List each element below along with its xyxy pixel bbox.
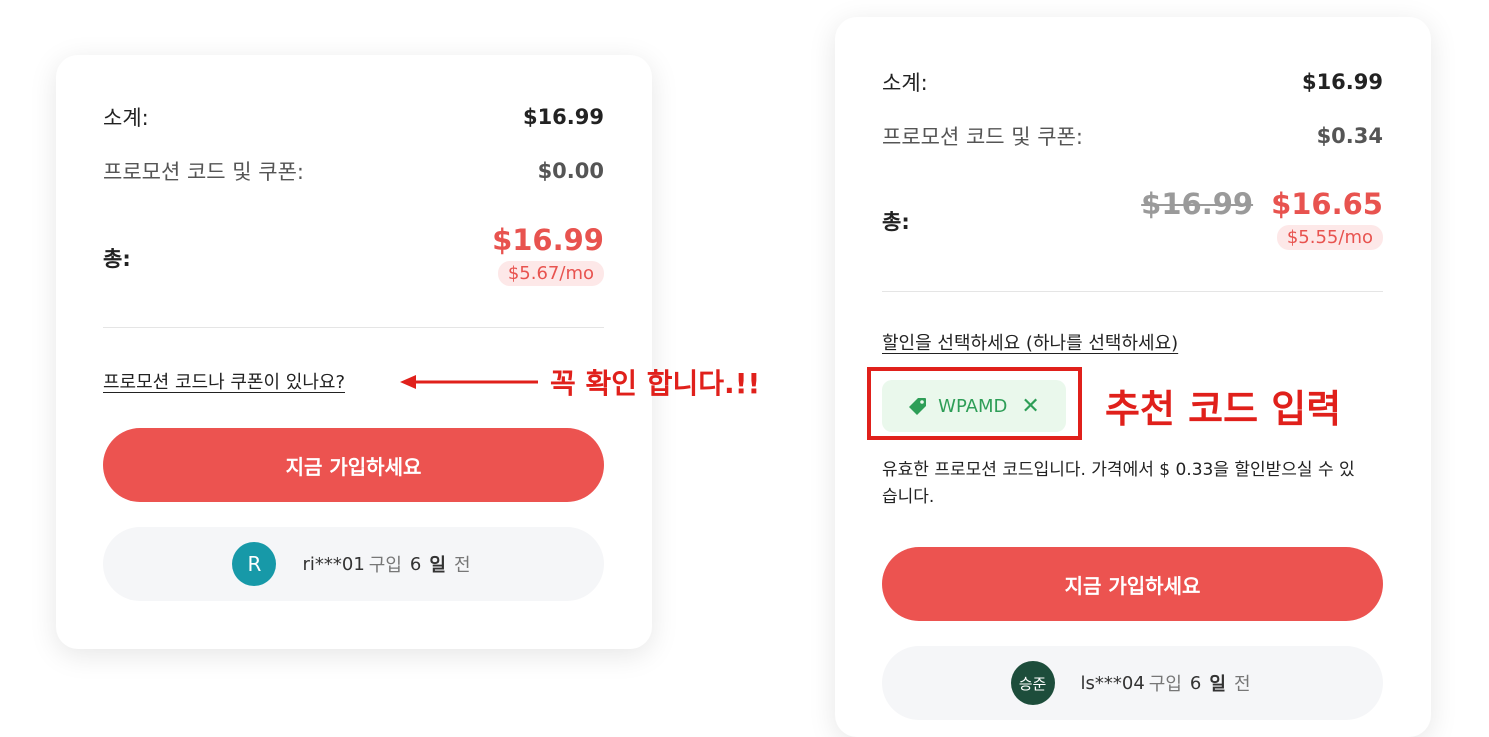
purchased-label: 구입: [1148, 674, 1182, 695]
divider: [882, 291, 1383, 292]
per-month-badge: $5.67/mo: [497, 261, 604, 286]
annotation-recommend-text: 추천 코드 입력: [1105, 387, 1342, 431]
total-value: $16.99: [492, 223, 604, 257]
total-price-block: $16.99 $16.65 $5.55/mo: [1141, 187, 1383, 250]
divider: [103, 327, 604, 328]
promo-row: 프로모션 코드 및 쿠폰: $0.34: [882, 121, 1383, 151]
avatar: 승준: [1010, 661, 1055, 705]
total-label: 총:: [882, 210, 910, 234]
day-unit: 일: [1209, 674, 1226, 695]
subtotal-row: 소계: $16.99: [882, 67, 1383, 97]
signup-button[interactable]: 지금 가입하세요: [882, 547, 1383, 621]
social-proof: 승준 ls***04 구입 6 일 전: [882, 646, 1383, 720]
subtotal-value: $16.99: [1301, 70, 1383, 94]
arrow-left-icon: [400, 375, 538, 389]
annotation-highlight-box: [867, 367, 1082, 440]
promo-valid-message: 유효한 프로모션 코드입니다. 가격에서 $ 0.33을 할인받으실 수 있습니…: [882, 460, 1355, 507]
social-proof: R ri***01 구입 6 일 전: [103, 527, 604, 601]
total-label: 총:: [103, 247, 131, 271]
total-price-block: $16.99 $5.67/mo: [492, 223, 604, 286]
total-value: $16.65: [1271, 187, 1383, 221]
annotation-confirm-text: 꼭 확인 합니다.!!: [550, 367, 761, 400]
checkout-summary-card-left: 소계: $16.99 프로모션 코드 및 쿠폰: $0.00 총: $16.99…: [56, 55, 652, 649]
subtotal-value: $16.99: [522, 105, 604, 129]
signup-button[interactable]: 지금 가입하세요: [103, 428, 604, 502]
old-total-value: $16.99: [1141, 187, 1254, 221]
subtotal-row: 소계: $16.99: [103, 102, 604, 132]
promo-label: 프로모션 코드 및 쿠폰:: [882, 125, 1083, 149]
promo-value: $0.34: [1316, 124, 1383, 148]
buyer-name: ls***04: [1080, 672, 1145, 694]
days-count: 6: [1189, 672, 1202, 694]
promo-label: 프로모션 코드 및 쿠폰:: [103, 160, 304, 184]
select-discount-link[interactable]: 할인을 선택하세요 (하나를 선택하세요): [882, 329, 1178, 355]
promo-value: $0.00: [537, 159, 604, 183]
avatar: R: [232, 542, 277, 586]
ago-label: 전: [453, 555, 471, 576]
purchased-label: 구입: [368, 555, 402, 576]
buyer-name: ri***01: [302, 553, 365, 575]
per-month-badge: $5.55/mo: [1276, 225, 1383, 250]
promo-row: 프로모션 코드 및 쿠폰: $0.00: [103, 156, 604, 186]
ago-label: 전: [1233, 674, 1251, 695]
day-unit: 일: [429, 555, 446, 576]
days-count: 6: [409, 553, 422, 575]
subtotal-label: 소계:: [103, 106, 149, 130]
promo-code-link[interactable]: 프로모션 코드나 쿠폰이 있나요?: [103, 368, 345, 394]
subtotal-label: 소계:: [882, 71, 928, 95]
